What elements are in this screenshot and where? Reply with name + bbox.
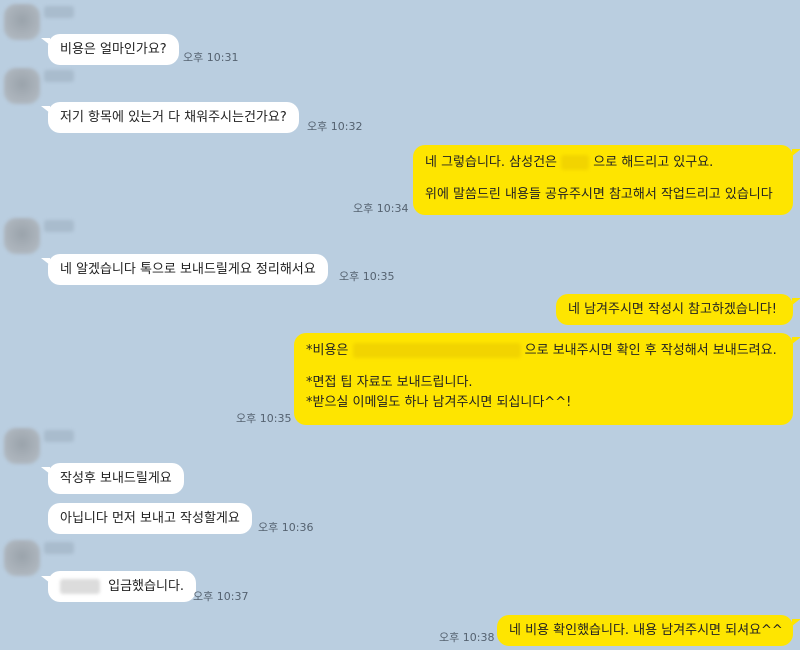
message-timestamp: 오후 10:34 bbox=[353, 202, 409, 215]
message-timestamp: 오후 10:35 bbox=[236, 412, 292, 425]
message-bubble-outgoing[interactable]: 네 남겨주시면 작성시 참고하겠습니다! bbox=[556, 294, 793, 325]
sender-name-redacted bbox=[44, 6, 74, 18]
sender-avatar[interactable] bbox=[4, 68, 40, 104]
message-text: 네 남겨주시면 작성시 참고하겠습니다! bbox=[568, 302, 777, 317]
bubble-tail bbox=[792, 149, 800, 156]
sender-avatar[interactable] bbox=[4, 218, 40, 254]
sender-avatar[interactable] bbox=[4, 4, 40, 40]
sender-name-redacted bbox=[44, 70, 74, 82]
message-timestamp: 오후 10:36 bbox=[258, 521, 314, 534]
sender-avatar[interactable] bbox=[4, 428, 40, 464]
message-text: 위에 말씀드린 내용들 공유주시면 참고해서 작업드리고 있습니다 bbox=[425, 187, 773, 202]
message-text: 네 알겠습니다 톡으로 보내드릴게요 정리해서요 bbox=[60, 262, 316, 277]
message-bubble-outgoing[interactable]: 네 비용 확인했습니다. 내용 남겨주시면 되셔요^^ bbox=[497, 615, 793, 646]
message-text: *면접 팁 자료도 보내드립니다. bbox=[306, 375, 473, 390]
sender-name-redacted bbox=[44, 542, 74, 554]
bubble-tail bbox=[792, 298, 800, 305]
message-timestamp: 오후 10:37 bbox=[193, 590, 249, 603]
redacted-amount bbox=[561, 155, 590, 170]
message-text: 네 그렇습니다. 삼성건은 bbox=[425, 155, 557, 170]
message-text: 저기 항목에 있는거 다 채워주시는건가요? bbox=[60, 110, 287, 125]
redacted-amount bbox=[352, 343, 521, 358]
message-text: *비용은 bbox=[306, 343, 349, 358]
message-text: 아닙니다 먼저 보내고 작성할게요 bbox=[60, 511, 240, 526]
message-bubble-incoming[interactable]: 네 알겠습니다 톡으로 보내드릴게요 정리해서요 bbox=[48, 254, 328, 285]
message-bubble-incoming[interactable]: 아닙니다 먼저 보내고 작성할게요 bbox=[48, 503, 252, 534]
message-timestamp: 오후 10:35 bbox=[339, 270, 395, 283]
sender-name-redacted bbox=[44, 220, 74, 232]
sender-name-redacted bbox=[44, 430, 74, 442]
bubble-tail bbox=[792, 337, 800, 344]
message-bubble-outgoing[interactable]: 네 그렇습니다. 삼성건은 으로 해드리고 있구요. 위에 말씀드린 내용들 공… bbox=[413, 145, 793, 215]
message-text: *받으실 이메일도 하나 남겨주시면 되십니다^^! bbox=[306, 395, 572, 410]
message-bubble-incoming[interactable]: 저기 항목에 있는거 다 채워주시는건가요? bbox=[48, 102, 299, 133]
message-text: 비용은 얼마인가요? bbox=[60, 42, 167, 57]
bubble-tail bbox=[792, 619, 800, 626]
message-text: 네 비용 확인했습니다. 내용 남겨주시면 되셔요^^ bbox=[509, 623, 783, 638]
sender-avatar[interactable] bbox=[4, 540, 40, 576]
message-timestamp: 오후 10:32 bbox=[307, 120, 363, 133]
message-bubble-incoming[interactable]: 비용은 얼마인가요? bbox=[48, 34, 179, 65]
message-bubble-outgoing[interactable]: *비용은 으로 보내주시면 확인 후 작성해서 보내드려요. *면접 팁 자료도… bbox=[294, 333, 793, 425]
message-timestamp: 오후 10:31 bbox=[183, 51, 239, 64]
message-text: 으로 보내주시면 확인 후 작성해서 보내드려요. bbox=[524, 343, 777, 358]
message-text: 입금했습니다. bbox=[108, 579, 185, 594]
redacted-name bbox=[60, 579, 100, 594]
message-text: 으로 해드리고 있구요. bbox=[593, 155, 714, 170]
message-bubble-incoming[interactable]: 입금했습니다. bbox=[48, 571, 197, 602]
message-timestamp: 오후 10:38 bbox=[439, 631, 495, 644]
message-bubble-incoming[interactable]: 작성후 보내드릴게요 bbox=[48, 463, 184, 494]
message-text: 작성후 보내드릴게요 bbox=[60, 471, 172, 486]
